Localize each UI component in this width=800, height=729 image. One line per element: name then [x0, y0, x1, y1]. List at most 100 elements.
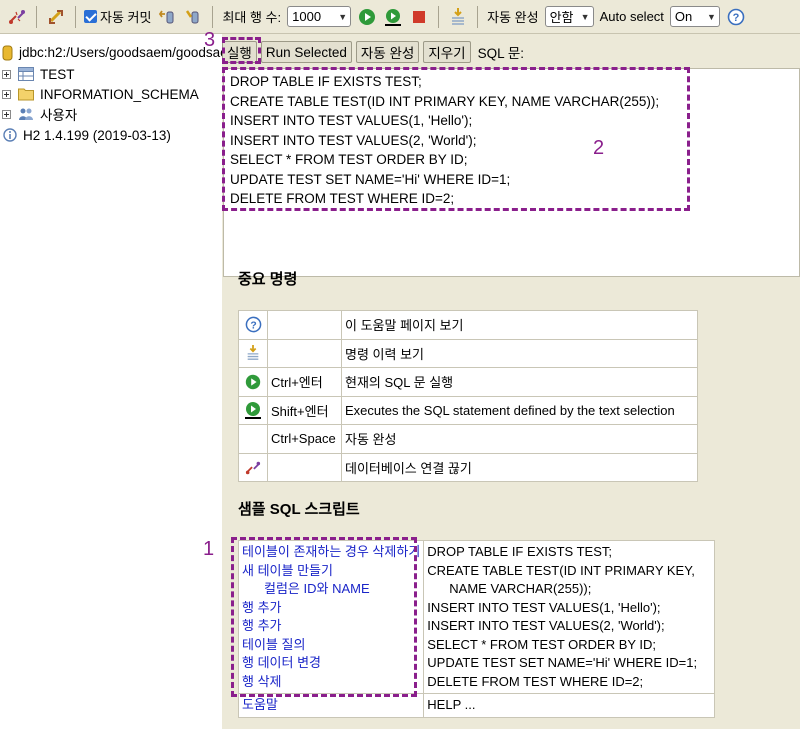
help-icon[interactable]: ? [725, 6, 747, 28]
expand-icon[interactable] [2, 89, 11, 99]
description-cell: 데이터베이스 연결 끊기 [341, 452, 698, 482]
disconnect-icon[interactable] [245, 459, 261, 474]
annotation-box-samples [231, 537, 417, 697]
table-row: 명령 이력 보기 [238, 338, 698, 368]
table-cell [238, 395, 268, 425]
toolbar-divider [212, 5, 214, 28]
connection-url: jdbc:h2:/Users/goodsaem/goodsaem [19, 44, 222, 60]
refresh-icon[interactable] [45, 6, 67, 28]
annotation-number-2: 2 [593, 137, 605, 159]
help-sql-cell: HELP ... [423, 693, 716, 718]
autocomplete-button[interactable]: 자동 완성 [355, 41, 420, 63]
table-row: Ctrl+Space 자동 완성 [238, 424, 698, 454]
rollback-icon[interactable] [156, 6, 178, 28]
shortcut-cell [267, 310, 342, 340]
table-cell: ? [238, 310, 268, 340]
autocommit-checkbox[interactable] [84, 10, 97, 23]
table-row: 데이터베이스 연결 끊기 [238, 452, 698, 482]
expand-icon[interactable] [2, 69, 11, 79]
table-row: Ctrl+엔터 현재의 SQL 문 실행 [238, 367, 698, 397]
info-icon [3, 128, 17, 142]
tree-connection[interactable]: jdbc:h2:/Users/goodsaem/goodsaem [2, 42, 222, 62]
important-commands-title: 중요 명령 [238, 271, 298, 288]
run-selected-icon[interactable] [382, 6, 404, 28]
table-row: ? 이 도움말 페이지 보기 [238, 310, 698, 340]
table-row: Shift+엔터 Executes the SQL statement defi… [238, 395, 698, 425]
history-icon[interactable] [447, 6, 469, 28]
commit-icon[interactable] [182, 6, 204, 28]
users-icon [18, 107, 34, 121]
autoselect-value: On [674, 9, 693, 24]
toolbar-divider [75, 5, 76, 28]
max-rows-select[interactable]: 1000 ▼ [287, 6, 352, 27]
description-cell: Executes the SQL statement defined by th… [341, 395, 698, 425]
chevron-down-icon: ▼ [580, 11, 590, 22]
sample-sql-line: SELECT * FROM TEST ORDER BY ID; [427, 636, 657, 652]
expand-icon[interactable] [2, 109, 11, 119]
run-selected-button[interactable]: Run Selected [260, 41, 352, 63]
autoselect-select[interactable]: On ▼ [669, 6, 720, 27]
query-button-row: 실행 Run Selected 자동 완성 지우기 SQL 문: [222, 40, 527, 64]
tree-item-users[interactable]: 사용자 [2, 104, 77, 124]
help-sql-text: HELP ... [427, 697, 476, 712]
annotation-number-3: 3 [204, 29, 216, 51]
chevron-down-icon: ▼ [338, 11, 348, 22]
toolbar-divider [438, 5, 440, 28]
description-cell: 자동 완성 [341, 424, 698, 454]
object-tree: jdbc:h2:/Users/goodsaem/goodsaem TEST IN… [0, 34, 222, 729]
table-cell [238, 452, 268, 482]
toolbar-divider [477, 5, 479, 28]
svg-text:?: ? [733, 12, 740, 24]
table-cell [238, 424, 268, 454]
shortcut-cell [267, 452, 342, 482]
autocommit-label: 자동 커밋 [100, 10, 152, 25]
max-rows-value: 1000 [292, 9, 322, 24]
sample-sql-line: UPDATE TEST SET NAME='Hi' WHERE ID=1; [427, 655, 698, 670]
sample-sql-line: DELETE FROM TEST WHERE ID=2; [427, 673, 644, 689]
table-icon [18, 67, 34, 81]
autocomplete-value: 안함 [549, 10, 574, 25]
shortcut-cell: Ctrl+Space [267, 424, 342, 454]
help-icon[interactable]: ? [245, 316, 262, 333]
important-commands-table: ? 이 도움말 페이지 보기 명령 이력 보기 Ctrl+엔터 현재의 SQL … [238, 310, 698, 482]
sample-sql-line: INSERT INTO TEST VALUES(1, 'Hello'); [427, 599, 661, 615]
folder-icon [18, 87, 34, 101]
database-icon [2, 45, 13, 61]
stop-icon[interactable] [408, 6, 430, 28]
run-icon[interactable] [244, 373, 262, 389]
autoselect-label: Auto select [599, 9, 664, 24]
run-selected-icon[interactable] [243, 402, 263, 420]
tree-item-information-schema[interactable]: INFORMATION_SCHEMA [2, 84, 199, 104]
history-icon[interactable] [245, 345, 261, 361]
disconnect-icon[interactable] [6, 6, 28, 28]
autocomplete-select[interactable]: 안함 ▼ [544, 6, 594, 27]
version-text: H2 1.4.199 (2019-03-13) [23, 127, 171, 143]
tree-item-label: TEST [40, 66, 75, 82]
shortcut-cell: Shift+엔터 [267, 395, 342, 425]
svg-text:?: ? [250, 321, 256, 332]
table-cell [238, 338, 268, 368]
description-cell: 현재의 SQL 문 실행 [341, 367, 698, 397]
table-cell [238, 367, 268, 397]
sample-sql-cell: DROP TABLE IF EXISTS TEST; CREATE TABLE … [423, 540, 716, 694]
help-link-cell: 도움말 [237, 693, 425, 718]
tree-version: H2 1.4.199 (2019-03-13) [2, 125, 171, 145]
run-icon[interactable] [356, 6, 378, 28]
toolbar-divider [36, 5, 37, 28]
sql-statement-label: SQL 문: [477, 46, 525, 61]
help-link[interactable]: 도움말 [242, 696, 420, 715]
sample-sql-line: CREATE TABLE TEST(ID INT PRIMARY KEY, [427, 562, 695, 578]
sample-sql-line: DROP TABLE IF EXISTS TEST; [427, 544, 612, 559]
shortcut-cell: Ctrl+엔터 [267, 367, 342, 397]
toolbar: 자동 커밋 최대 행 수: 1000 ▼ 자동 완성 안함 ▼ Auto sel… [0, 0, 800, 34]
sample-scripts-title: 샘플 SQL 스크립트 [238, 501, 360, 518]
description-cell: 이 도움말 페이지 보기 [341, 310, 698, 340]
tree-item-label: INFORMATION_SCHEMA [40, 86, 199, 102]
table-row: 도움말 HELP ... [237, 693, 716, 718]
tree-item-test[interactable]: TEST [2, 64, 75, 84]
clear-button[interactable]: 지우기 [423, 41, 471, 63]
chevron-down-icon: ▼ [707, 11, 716, 22]
autocomplete-label: 자동 완성 [487, 10, 539, 25]
max-rows-label: 최대 행 수: [222, 10, 282, 25]
annotation-box-sql [222, 67, 690, 211]
